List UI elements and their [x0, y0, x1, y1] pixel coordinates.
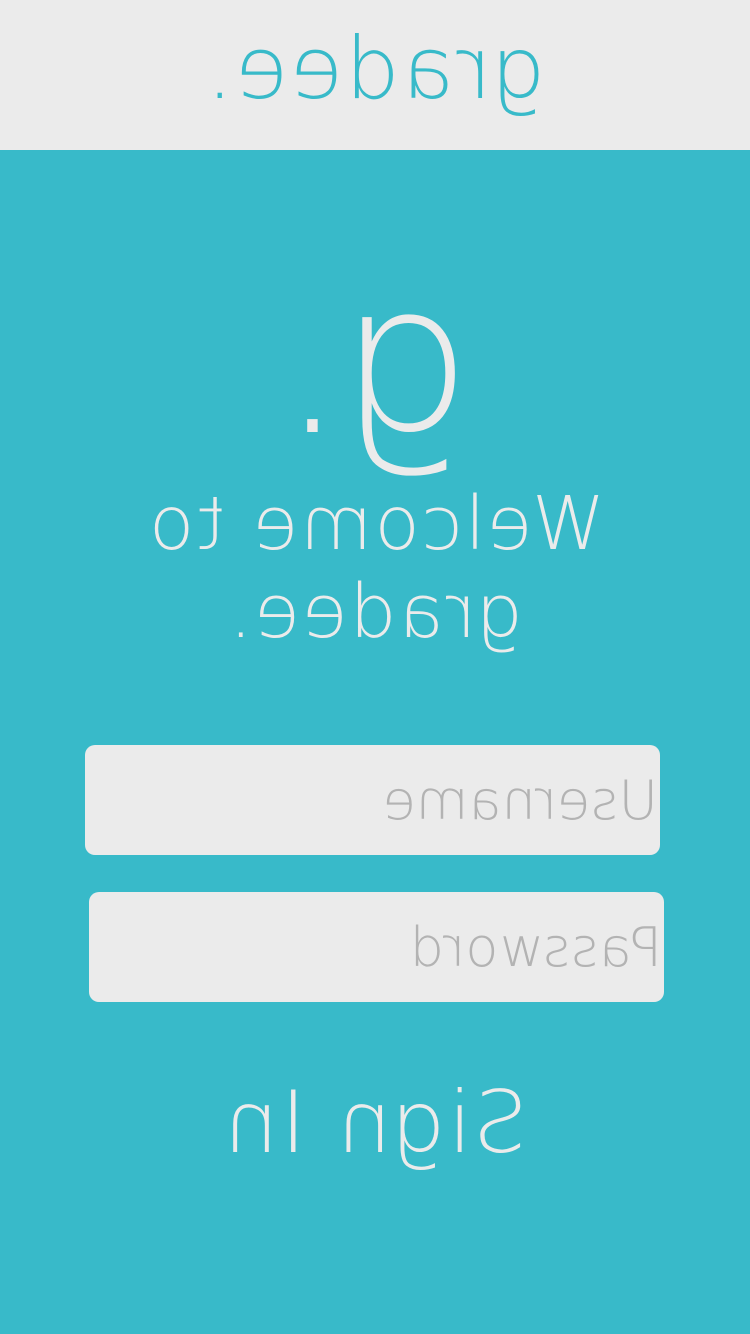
login-panel: g. Welcome to gradee. Sign In [0, 150, 750, 1334]
sign-in-button[interactable]: Sign In [0, 1073, 750, 1173]
welcome-heading: Welcome to gradee. [0, 480, 750, 656]
password-field[interactable] [89, 892, 664, 1002]
logo-mark-text: g. [278, 237, 472, 482]
welcome-line-2: gradee. [0, 568, 750, 656]
password-input[interactable] [129, 914, 664, 980]
welcome-line-1-text: Welcome to [146, 481, 604, 567]
username-field[interactable] [85, 745, 660, 855]
app-brand: gradee. [204, 19, 546, 119]
header-bar: gradee. [0, 0, 750, 150]
username-input[interactable] [125, 767, 660, 833]
sign-in-label: Sign In [222, 1073, 528, 1173]
welcome-line-1: Welcome to [0, 480, 750, 568]
logo-mark: g. [0, 237, 750, 482]
welcome-line-2-text: gradee. [227, 569, 523, 655]
